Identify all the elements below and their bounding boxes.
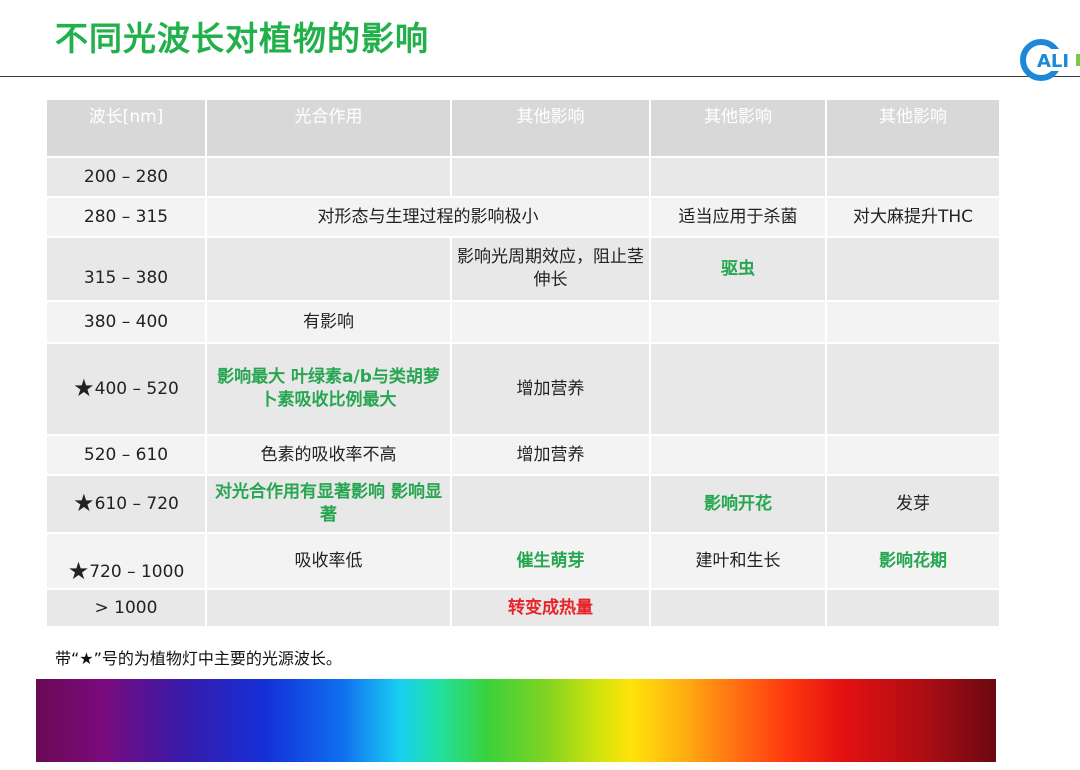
table-row: > 1000 转变成热量 <box>47 590 999 626</box>
page-title: 不同光波长对植物的影响 <box>55 19 429 58</box>
other-2-cell <box>651 344 825 434</box>
other-2-cell <box>651 436 825 474</box>
table-row: 520 – 610 色素的吸收率不高 增加营养 <box>47 436 999 474</box>
light-spectrum-bar <box>36 679 996 762</box>
table-row: ★400 – 520 影响最大 叶绿素a/b与类胡萝卜素吸收比例最大 增加营养 <box>47 344 999 434</box>
wavelength-cell: 200 – 280 <box>47 158 205 196</box>
other-2-cell <box>651 590 825 626</box>
star-icon: ★ <box>73 489 95 517</box>
star-icon: ★ <box>73 374 95 402</box>
wavelength-effects-table: 波长[nm] 光合作用 其他影响 其他影响 其他影响 200 – 280 280… <box>45 98 1001 628</box>
other-1-cell: 催生萌芽 <box>452 534 649 588</box>
wavelength-value: 400 – 520 <box>94 379 179 399</box>
other-2-cell: 适当应用于杀菌 <box>651 198 825 236</box>
header-other-1: 其他影响 <box>452 100 649 156</box>
header-other-3: 其他影响 <box>827 100 999 156</box>
other-1-cell: 影响光周期效应，阻止茎伸长 <box>452 238 649 300</box>
logo-icon: ALI <box>1020 39 1080 81</box>
wavelength-value: 720 – 1000 <box>89 562 185 582</box>
photosynthesis-cell: 有影响 <box>207 302 450 342</box>
other-3-cell: 对大麻提升THC <box>827 198 999 236</box>
wavelength-cell: 380 – 400 <box>47 302 205 342</box>
other-3-cell: 发芽 <box>827 476 999 532</box>
wavelength-cell: 315 – 380 <box>47 238 205 300</box>
wavelength-cell: 520 – 610 <box>47 436 205 474</box>
wavelength-cell: ★720 – 1000 <box>47 534 205 588</box>
other-1-cell: 增加营养 <box>452 436 649 474</box>
photosynthesis-cell: 影响最大 叶绿素a/b与类胡萝卜素吸收比例最大 <box>207 344 450 434</box>
other-1-cell <box>452 158 649 196</box>
other-1-cell <box>452 476 649 532</box>
logo-text: ALI <box>1037 51 1069 72</box>
photosynthesis-cell <box>207 590 450 626</box>
other-3-cell: 影响花期 <box>827 534 999 588</box>
other-1-cell: 增加营养 <box>452 344 649 434</box>
company-logo: ALI <box>1018 36 1080 82</box>
photosynthesis-cell <box>207 158 450 196</box>
other-2-cell: 影响开花 <box>651 476 825 532</box>
other-1-cell <box>452 302 649 342</box>
other-3-cell <box>827 344 999 434</box>
wavelength-cell: ★610 – 720 <box>47 476 205 532</box>
other-3-cell <box>827 590 999 626</box>
other-2-cell <box>651 302 825 342</box>
other-3-cell <box>827 436 999 474</box>
photosynthesis-cell: 吸收率低 <box>207 534 450 588</box>
table-header-row: 波长[nm] 光合作用 其他影响 其他影响 其他影响 <box>47 100 999 156</box>
other-3-cell <box>827 302 999 342</box>
footnote: 带“★”号的为植物灯中主要的光源波长。 <box>55 649 342 668</box>
wavelength-cell: ★400 – 520 <box>47 344 205 434</box>
wavelength-cell: 280 – 315 <box>47 198 205 236</box>
table-row: ★610 – 720 对光合作用有显著影响 影响显著 影响开花 发芽 <box>47 476 999 532</box>
other-2-cell: 驱虫 <box>651 238 825 300</box>
table-row: 200 – 280 <box>47 158 999 196</box>
wavelength-cell: > 1000 <box>47 590 205 626</box>
other-3-cell <box>827 238 999 300</box>
table-row: 380 – 400 有影响 <box>47 302 999 342</box>
header-other-2: 其他影响 <box>651 100 825 156</box>
other-2-cell <box>651 158 825 196</box>
photosynthesis-span-cell: 对形态与生理过程的影响极小 <box>207 198 649 236</box>
star-icon: ★ <box>67 557 90 585</box>
header-photosynthesis: 光合作用 <box>207 100 450 156</box>
header-wavelength: 波长[nm] <box>47 100 205 156</box>
photosynthesis-cell: 对光合作用有显著影响 影响显著 <box>207 476 450 532</box>
wavelength-value: 610 – 720 <box>94 494 179 514</box>
photosynthesis-cell <box>207 238 450 300</box>
table-row: 280 – 315 对形态与生理过程的影响极小 适当应用于杀菌 对大麻提升THC <box>47 198 999 236</box>
other-3-cell <box>827 158 999 196</box>
table-row: ★720 – 1000 吸收率低 催生萌芽 建叶和生长 影响花期 <box>47 534 999 588</box>
photosynthesis-cell: 色素的吸收率不高 <box>207 436 450 474</box>
table-row: 315 – 380 影响光周期效应，阻止茎伸长 驱虫 <box>47 238 999 300</box>
title-divider <box>0 76 1080 77</box>
other-1-cell: 转变成热量 <box>452 590 649 626</box>
other-2-cell: 建叶和生长 <box>651 534 825 588</box>
